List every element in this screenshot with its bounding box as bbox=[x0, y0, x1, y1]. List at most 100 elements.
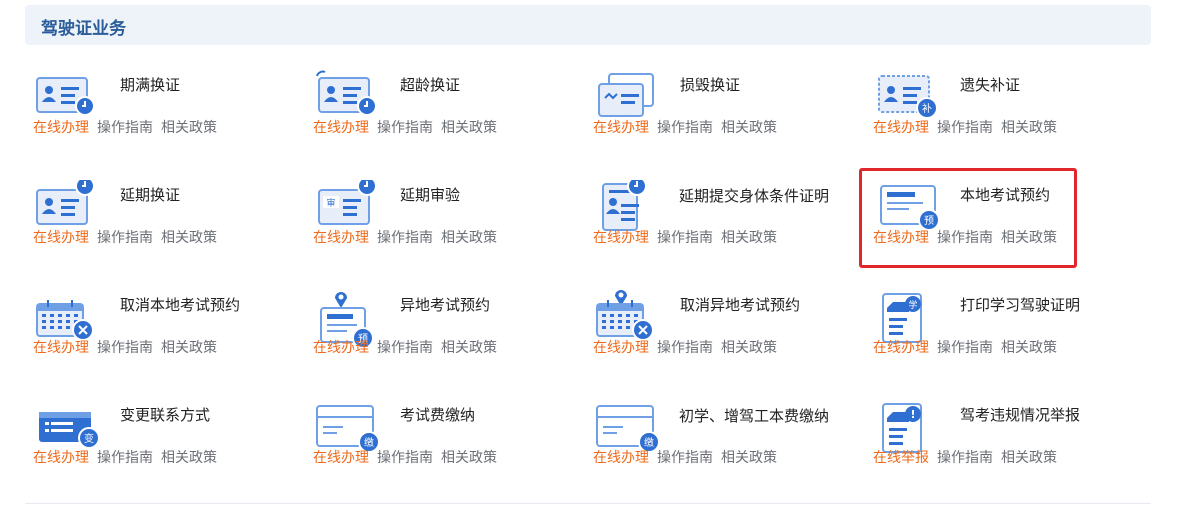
service-title[interactable]: 考试费缴纳 bbox=[400, 404, 550, 426]
service-item[interactable]: 超龄换证 在线办理 操作指南 相关政策 bbox=[307, 70, 557, 165]
section-header: 驾驶证业务 bbox=[25, 5, 1151, 45]
related-policy-link[interactable]: 相关政策 bbox=[161, 120, 217, 136]
related-policy-link[interactable]: 相关政策 bbox=[441, 450, 497, 466]
operation-guide-link[interactable]: 操作指南 bbox=[937, 340, 993, 356]
operation-guide-link[interactable]: 操作指南 bbox=[97, 120, 153, 136]
online-handle-link[interactable]: 在线办理 bbox=[593, 120, 649, 136]
service-item[interactable]: 预 本地考试预约 在线办理 操作指南 相关政策 bbox=[867, 180, 1117, 275]
online-handle-link[interactable]: 在线办理 bbox=[593, 450, 649, 466]
service-item[interactable]: 延期提交身体条件证明 在线办理 操作指南 相关政策 bbox=[587, 176, 837, 275]
online-handle-link[interactable]: 在线办理 bbox=[33, 450, 89, 466]
related-policy-link[interactable]: 相关政策 bbox=[441, 230, 497, 246]
service-actions: 在线办理 操作指南 相关政策 bbox=[313, 227, 497, 247]
service-item[interactable]: 取消异地考试预约 在线办理 操作指南 相关政策 bbox=[587, 290, 837, 385]
service-item[interactable]: 延期换证 在线办理 操作指南 相关政策 bbox=[27, 176, 277, 275]
related-policy-link[interactable]: 相关政策 bbox=[1001, 450, 1057, 466]
service-title[interactable]: 驾考违规情况举报 bbox=[960, 404, 1110, 426]
svg-text:学: 学 bbox=[908, 299, 917, 311]
operation-guide-link[interactable]: 操作指南 bbox=[657, 120, 713, 136]
related-policy-link[interactable]: 相关政策 bbox=[161, 230, 217, 246]
service-actions: 在线举报 操作指南 相关政策 bbox=[873, 447, 1057, 467]
online-handle-link[interactable]: 在线办理 bbox=[33, 120, 89, 136]
service-item[interactable]: 缴 考试费缴纳 在线办理 操作指南 相关政策 bbox=[307, 400, 557, 495]
online-handle-link[interactable]: 在线办理 bbox=[593, 340, 649, 356]
operation-guide-link[interactable]: 操作指南 bbox=[97, 340, 153, 356]
service-title[interactable]: 超龄换证 bbox=[400, 74, 550, 96]
svg-text:!: ! bbox=[910, 408, 915, 421]
related-policy-link[interactable]: 相关政策 bbox=[721, 450, 777, 466]
operation-guide-link[interactable]: 操作指南 bbox=[377, 340, 433, 356]
operation-guide-link[interactable]: 操作指南 bbox=[657, 450, 713, 466]
service-title[interactable]: 变更联系方式 bbox=[120, 404, 270, 426]
related-policy-link[interactable]: 相关政策 bbox=[721, 340, 777, 356]
service-actions: 在线办理 操作指南 相关政策 bbox=[873, 337, 1057, 357]
online-handle-link[interactable]: 在线办理 bbox=[313, 230, 369, 246]
service-title[interactable]: 延期换证 bbox=[120, 184, 270, 206]
related-policy-link[interactable]: 相关政策 bbox=[721, 120, 777, 136]
online-handle-link[interactable]: 在线办理 bbox=[33, 340, 89, 356]
operation-guide-link[interactable]: 操作指南 bbox=[937, 120, 993, 136]
related-policy-link[interactable]: 相关政策 bbox=[1001, 230, 1057, 246]
service-item[interactable]: 变 变更联系方式 在线办理 操作指南 相关政策 bbox=[27, 400, 277, 495]
service-item[interactable]: 取消本地考试预约 在线办理 操作指南 相关政策 bbox=[27, 290, 277, 385]
online-handle-link[interactable]: 在线举报 bbox=[873, 450, 929, 466]
service-actions: 在线办理 操作指南 相关政策 bbox=[873, 117, 1057, 137]
operation-guide-link[interactable]: 操作指南 bbox=[97, 450, 153, 466]
related-policy-link[interactable]: 相关政策 bbox=[721, 230, 777, 246]
service-title[interactable]: 延期提交身体条件证明 bbox=[679, 186, 829, 206]
operation-guide-link[interactable]: 操作指南 bbox=[97, 230, 153, 246]
service-item[interactable]: 缴 初学、增驾工本费缴纳 在线办理 操作指南 相关政策 bbox=[587, 400, 837, 495]
online-handle-link[interactable]: 在线办理 bbox=[873, 230, 929, 246]
service-title[interactable]: 初学、增驾工本费缴纳 bbox=[679, 406, 829, 426]
operation-guide-link[interactable]: 操作指南 bbox=[377, 120, 433, 136]
service-title[interactable]: 取消异地考试预约 bbox=[680, 294, 830, 316]
online-handle-link[interactable]: 在线办理 bbox=[873, 340, 929, 356]
service-actions: 在线办理 操作指南 相关政策 bbox=[593, 117, 777, 137]
service-title[interactable]: 打印学习驾驶证明 bbox=[960, 294, 1110, 316]
operation-guide-link[interactable]: 操作指南 bbox=[937, 450, 993, 466]
service-title[interactable]: 延期审验 bbox=[400, 184, 550, 206]
service-title[interactable]: 异地考试预约 bbox=[400, 294, 550, 316]
operation-guide-link[interactable]: 操作指南 bbox=[657, 230, 713, 246]
operation-guide-link[interactable]: 操作指南 bbox=[377, 230, 433, 246]
service-item[interactable]: 预 异地考试预约 在线办理 操作指南 相关政策 bbox=[307, 290, 557, 385]
service-item[interactable]: 审 延期审验 在线办理 操作指南 相关政策 bbox=[307, 176, 557, 275]
service-title[interactable]: 本地考试预约 bbox=[960, 184, 1110, 206]
related-policy-link[interactable]: 相关政策 bbox=[1001, 120, 1057, 136]
online-handle-link[interactable]: 在线办理 bbox=[313, 340, 369, 356]
related-policy-link[interactable]: 相关政策 bbox=[1001, 340, 1057, 356]
svg-text:预: 预 bbox=[924, 215, 934, 227]
service-actions: 在线办理 操作指南 相关政策 bbox=[33, 227, 217, 247]
service-actions: 在线办理 操作指南 相关政策 bbox=[593, 447, 777, 467]
service-actions: 在线办理 操作指南 相关政策 bbox=[33, 447, 217, 467]
related-policy-link[interactable]: 相关政策 bbox=[161, 450, 217, 466]
service-actions: 在线办理 操作指南 相关政策 bbox=[593, 337, 777, 357]
service-actions: 在线办理 操作指南 相关政策 bbox=[313, 447, 497, 467]
service-actions: 在线办理 操作指南 相关政策 bbox=[873, 227, 1057, 247]
service-item[interactable]: 学 打印学习驾驶证明 在线办理 操作指南 相关政策 bbox=[867, 290, 1117, 385]
service-title[interactable]: 损毁换证 bbox=[680, 74, 830, 96]
operation-guide-link[interactable]: 操作指南 bbox=[377, 450, 433, 466]
service-title[interactable]: 取消本地考试预约 bbox=[120, 294, 270, 316]
online-handle-link[interactable]: 在线办理 bbox=[33, 230, 89, 246]
operation-guide-link[interactable]: 操作指南 bbox=[937, 230, 993, 246]
related-policy-link[interactable]: 相关政策 bbox=[441, 340, 497, 356]
related-policy-link[interactable]: 相关政策 bbox=[161, 340, 217, 356]
service-item[interactable]: 期满换证 在线办理 操作指南 相关政策 bbox=[27, 70, 277, 165]
related-policy-link[interactable]: 相关政策 bbox=[441, 120, 497, 136]
service-item[interactable]: 补 遗失补证 在线办理 操作指南 相关政策 bbox=[867, 70, 1117, 165]
online-handle-link[interactable]: 在线办理 bbox=[593, 230, 649, 246]
service-actions: 在线办理 操作指南 相关政策 bbox=[313, 337, 497, 357]
service-title[interactable]: 遗失补证 bbox=[960, 74, 1110, 96]
service-title[interactable]: 期满换证 bbox=[120, 74, 270, 96]
service-actions: 在线办理 操作指南 相关政策 bbox=[313, 117, 497, 137]
service-item[interactable]: ! 驾考违规情况举报 在线举报 操作指南 相关政策 bbox=[867, 400, 1117, 495]
service-item[interactable]: 损毁换证 在线办理 操作指南 相关政策 bbox=[587, 70, 837, 165]
svg-text:补: 补 bbox=[922, 102, 932, 115]
svg-text:审: 审 bbox=[326, 197, 335, 209]
online-handle-link[interactable]: 在线办理 bbox=[313, 450, 369, 466]
online-handle-link[interactable]: 在线办理 bbox=[873, 120, 929, 136]
svg-text:变: 变 bbox=[84, 432, 94, 445]
online-handle-link[interactable]: 在线办理 bbox=[313, 120, 369, 136]
operation-guide-link[interactable]: 操作指南 bbox=[657, 340, 713, 356]
